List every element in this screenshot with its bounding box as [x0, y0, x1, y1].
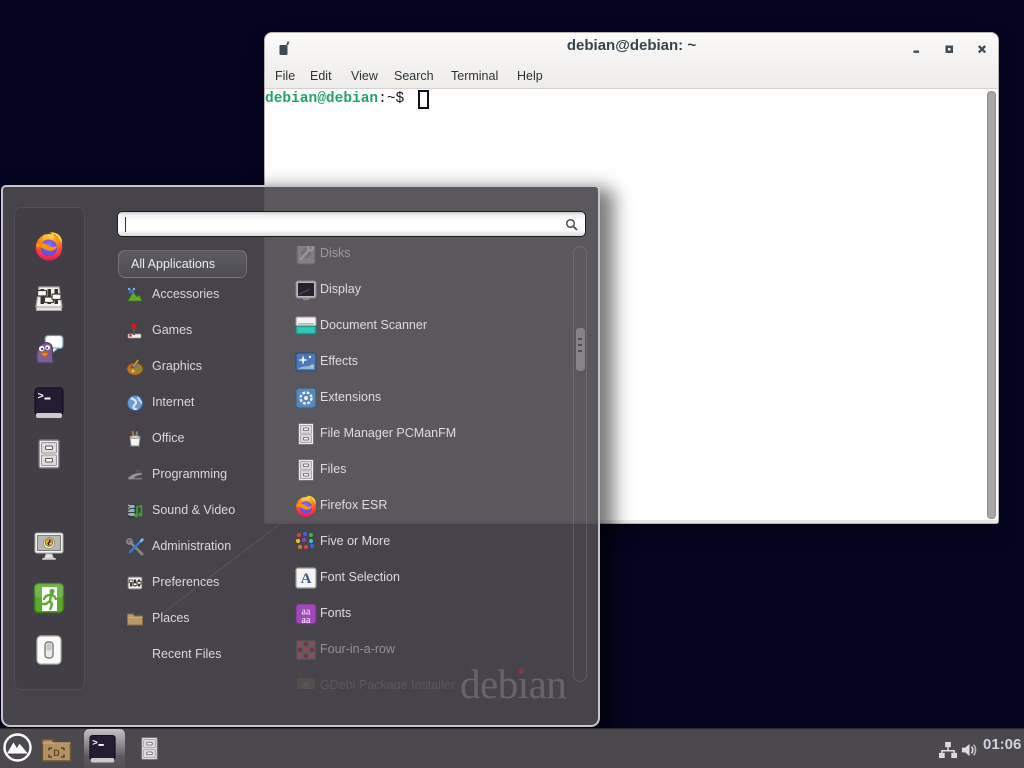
svg-text:aa: aa	[302, 615, 311, 626]
svg-text:D: D	[53, 748, 60, 758]
svg-text:>: >	[92, 737, 98, 748]
svg-text:A: A	[301, 571, 312, 587]
